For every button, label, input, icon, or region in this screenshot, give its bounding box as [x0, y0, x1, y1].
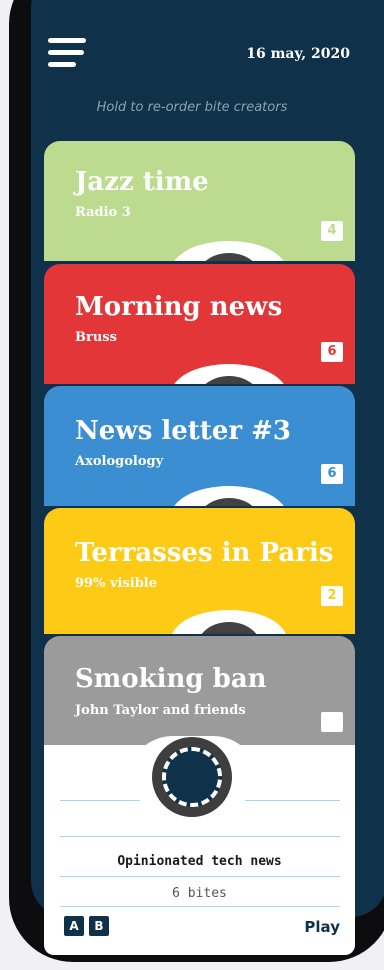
card-subtitle: Radio 3 [75, 205, 131, 220]
bite-count-badge: 6 [321, 464, 343, 484]
card-tab [171, 610, 287, 634]
divider [245, 800, 340, 801]
play-button[interactable]: Play [304, 918, 340, 936]
bite-creator-card[interactable]: News letter #3 Axologology 6 [44, 386, 355, 506]
bite-creator-card[interactable]: Terrasses in Paris 99% visible 2 [44, 508, 355, 634]
option-b-button[interactable]: B [89, 916, 109, 936]
divider [60, 800, 140, 801]
current-title: Opinionated tech news [117, 854, 282, 869]
card-subtitle: Bruss [75, 330, 117, 345]
card-title: Jazz time [75, 167, 209, 197]
date-label: 16 may, 2020 [246, 46, 350, 62]
card-title: Terrasses in Paris [75, 538, 334, 568]
bite-creator-card[interactable]: Jazz time Radio 3 4 [44, 141, 355, 261]
menu-icon[interactable] [48, 38, 88, 72]
bite-count-badge: 2 [321, 586, 343, 606]
card-title: News letter #3 [75, 416, 291, 446]
card-subtitle: Axologology [75, 454, 164, 469]
reel-icon[interactable] [152, 737, 232, 817]
bites-count: 6 bites [172, 886, 227, 901]
bite-count-badge [321, 712, 343, 732]
bite-creator-card[interactable]: Morning news Bruss 6 [44, 264, 355, 384]
card-tab [171, 241, 287, 261]
card-tab [171, 364, 287, 384]
divider [60, 836, 340, 837]
option-a-button[interactable]: A [64, 916, 84, 936]
card-subtitle: John Taylor and friends [75, 703, 246, 718]
divider [60, 876, 340, 877]
bite-count-badge: 4 [321, 221, 343, 241]
card-title: Smoking ban [75, 664, 267, 694]
bite-creator-card[interactable]: Smoking ban John Taylor and friends [44, 636, 355, 746]
bite-count-badge: 6 [321, 342, 343, 362]
card-title: Morning news [75, 292, 283, 322]
card-tab [171, 486, 287, 506]
divider [60, 906, 340, 907]
reorder-hint: Hold to re-order bite creators [96, 100, 288, 115]
card-subtitle: 99% visible [75, 576, 158, 591]
